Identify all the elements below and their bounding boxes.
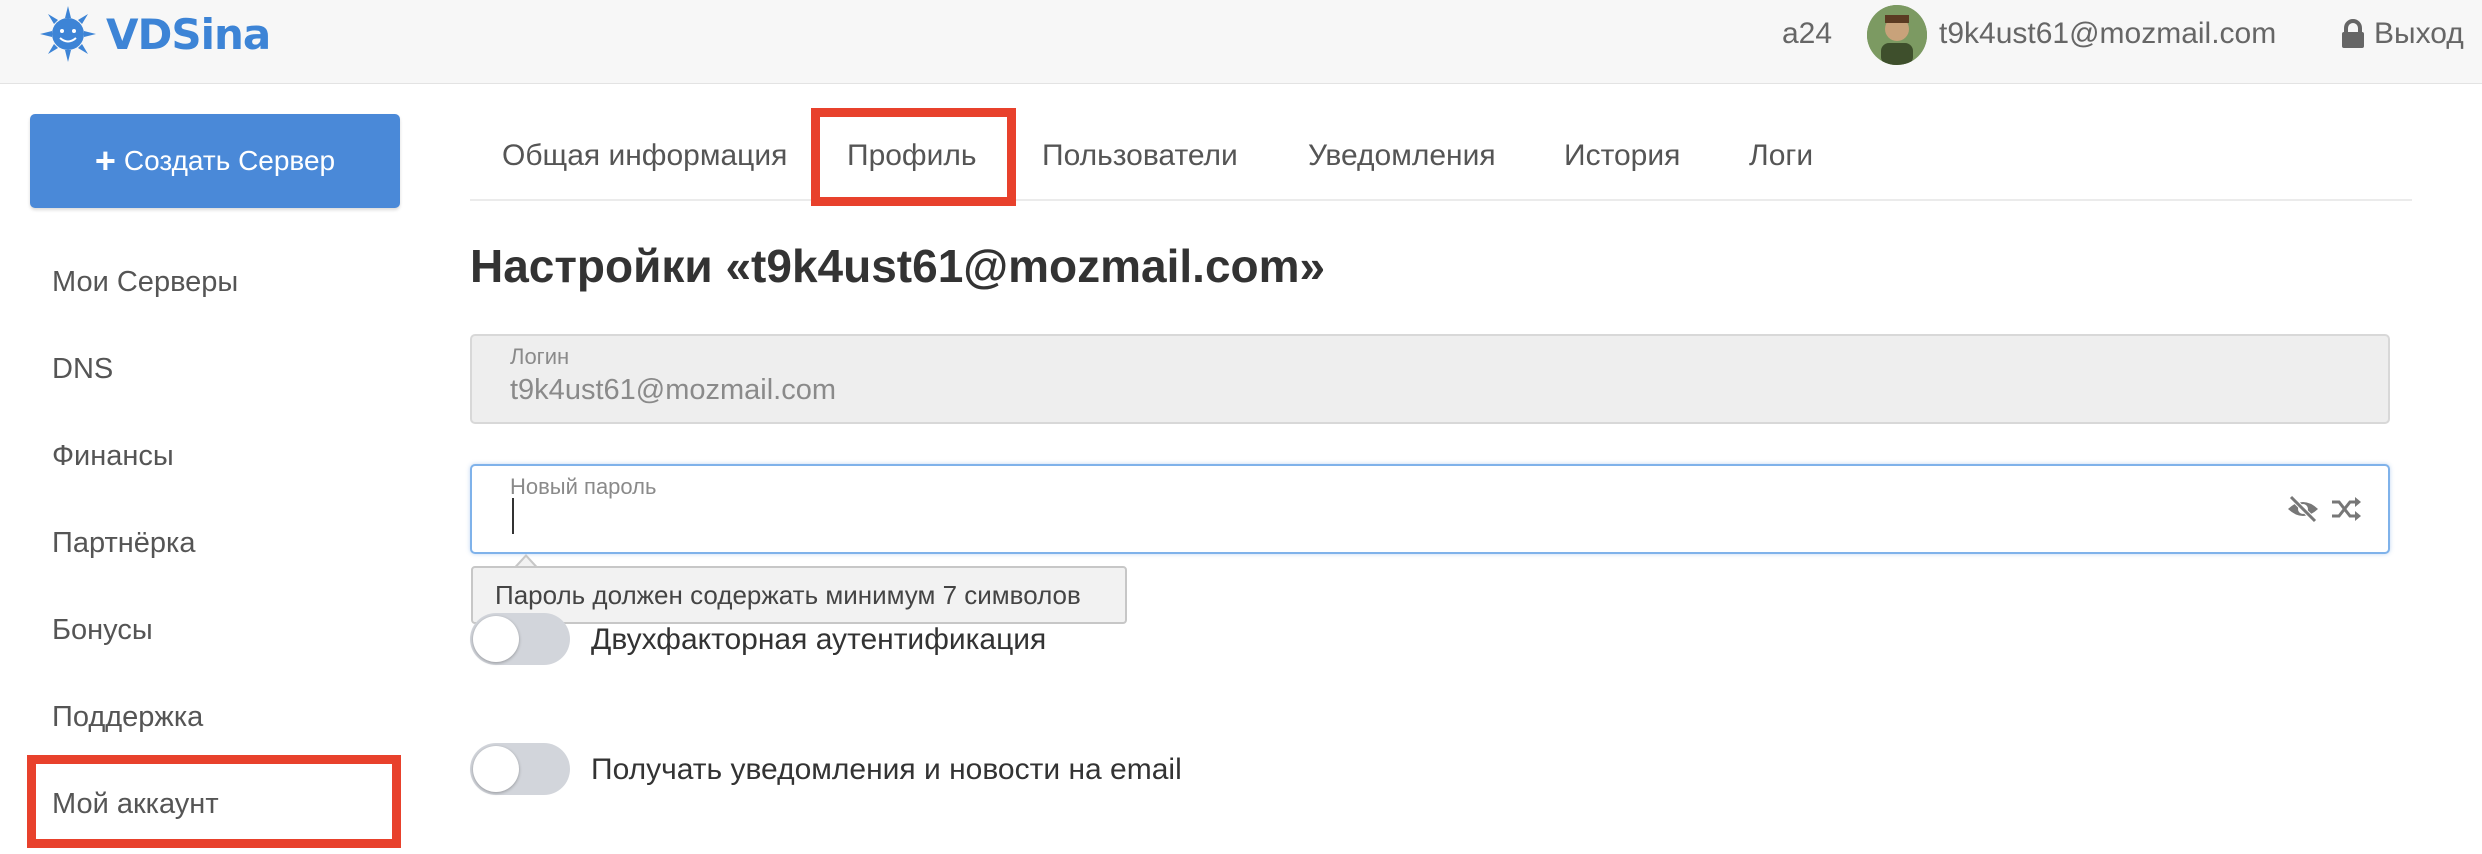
- highlight-box-profile-tab: [811, 108, 1016, 206]
- login-value: t9k4ust61@mozmail.com: [510, 374, 836, 406]
- email-news-label: Получать уведомления и новости на email: [591, 753, 1182, 786]
- sidebar-item-partner[interactable]: Партнёрка: [52, 523, 195, 563]
- page-title: Настройки «t9k4ust61@mozmail.com»: [470, 240, 1326, 292]
- sidebar-item-dns[interactable]: DNS: [52, 349, 113, 389]
- password-hint-tooltip: Пароль должен содержать минимум 7 символ…: [471, 566, 1127, 624]
- create-server-label: Создать Сервер: [123, 145, 336, 176]
- sidebar-item-finance[interactable]: Финансы: [52, 436, 174, 476]
- highlight-box-my-account: [27, 755, 401, 848]
- new-password-field[interactable]: Новый пароль: [470, 464, 2390, 554]
- logout-link[interactable]: Выход: [2340, 12, 2464, 56]
- sidebar-item-my-servers[interactable]: Мои Серверы: [52, 262, 238, 302]
- two-factor-label: Двухфакторная аутентификация: [591, 623, 1047, 656]
- lock-icon: [2342, 19, 2364, 48]
- top-header: VDSina a24 t9k4ust61@mozmail.com Выход: [0, 0, 2482, 84]
- email-news-toggle[interactable]: [470, 743, 570, 795]
- login-field: Логин t9k4ust61@mozmail.com: [470, 334, 2390, 424]
- two-factor-toggle[interactable]: [470, 613, 570, 665]
- sidebar-item-support[interactable]: Поддержка: [52, 697, 203, 737]
- user-avatar[interactable]: [1867, 5, 1927, 65]
- logout-label: Выход: [2374, 17, 2464, 50]
- tabs-underline: [470, 199, 2412, 201]
- user-email[interactable]: t9k4ust61@mozmail.com: [1939, 12, 2276, 56]
- plus-icon: +: [94, 140, 116, 181]
- login-label: Логин: [510, 344, 570, 369]
- password-hint-text: Пароль должен содержать минимум 7 символ…: [495, 579, 1081, 610]
- tab-users[interactable]: Пользователи: [1042, 136, 1238, 176]
- tab-notifications[interactable]: Уведомления: [1308, 136, 1496, 176]
- toggle-knob: [473, 746, 519, 792]
- new-password-label: Новый пароль: [510, 474, 657, 499]
- sun-logo-icon: [40, 6, 96, 62]
- avatar-image-icon: [1867, 5, 1927, 65]
- account-code[interactable]: a24: [1782, 12, 1832, 56]
- logo-text: VDSina: [106, 9, 271, 59]
- vdsina-logo[interactable]: VDSina: [38, 4, 271, 64]
- tab-general-info[interactable]: Общая информация: [502, 136, 787, 176]
- sidebar-item-bonuses[interactable]: Бонусы: [52, 610, 153, 650]
- create-server-button[interactable]: + Создать Сервер: [30, 114, 400, 208]
- tab-history[interactable]: История: [1564, 136, 1680, 176]
- shuffle-icon[interactable]: [2330, 494, 2362, 524]
- toggle-knob: [473, 616, 519, 662]
- eye-slash-icon[interactable]: [2286, 494, 2320, 524]
- text-cursor: [512, 498, 514, 534]
- tab-logs[interactable]: Логи: [1749, 136, 1813, 176]
